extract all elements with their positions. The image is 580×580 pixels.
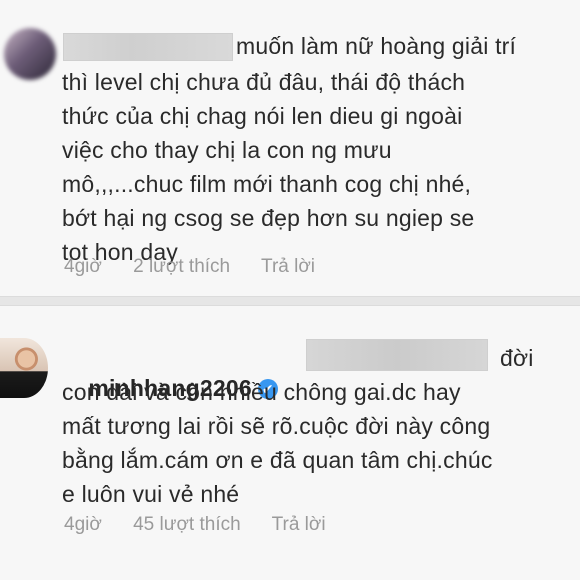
comment-time: 4giờ <box>64 256 102 277</box>
comment-text-line: muốn làm nữ hoàng giải trí <box>236 33 517 59</box>
comment-divider <box>0 296 580 306</box>
comment-text-line: bớt hại ng csog se đẹp hơn su ngiep se <box>62 205 475 231</box>
comment-text-line: mất tương lai rồi sẽ rõ.cuộc đời này côn… <box>62 413 491 439</box>
reply-link[interactable]: Trả lời <box>261 256 315 277</box>
comment-text-line: bằng lắm.cám ơn e đã quan tâm chị.chúc <box>62 447 493 473</box>
comment-1: muốn làm nữ hoàng giải trí thì level chị… <box>0 0 580 296</box>
comment-text-line: việc cho thay chị la con ng mưu <box>62 137 392 163</box>
comment-2: minhhang2206 ✔ đời con dài và còn nhiều c… <box>0 306 580 580</box>
commenter-avatar[interactable] <box>4 28 56 80</box>
like-count-link[interactable]: 2 lượt thích <box>133 256 230 277</box>
redacted-username <box>63 33 233 61</box>
reply-link[interactable]: Trả lời <box>272 514 326 535</box>
comment-text-line: thức của chị chag nói len dieu gi ngoài <box>62 103 463 129</box>
like-count-link[interactable]: 45 lượt thích <box>133 514 241 535</box>
comment-text-line: đời <box>500 345 534 371</box>
redacted-username <box>306 339 488 371</box>
comment-text-line: e luôn vui vẻ nhé <box>62 481 240 507</box>
comment-meta: 4giờ 2 lượt thích Trả lời <box>64 256 341 278</box>
comment-meta: 4giờ 45 lượt thích Trả lời <box>64 514 352 536</box>
comment-text-line: mô,,,...chuc film mới thanh cog chị nhé, <box>62 171 472 197</box>
commenter-avatar[interactable] <box>0 338 48 398</box>
comment-text-line: thì level chị chưa đủ đâu, thái độ thách <box>62 69 466 95</box>
comment-text-line: con dài và còn nhiều chông gai.dc hay <box>62 379 461 405</box>
comment-time: 4giờ <box>64 514 102 535</box>
